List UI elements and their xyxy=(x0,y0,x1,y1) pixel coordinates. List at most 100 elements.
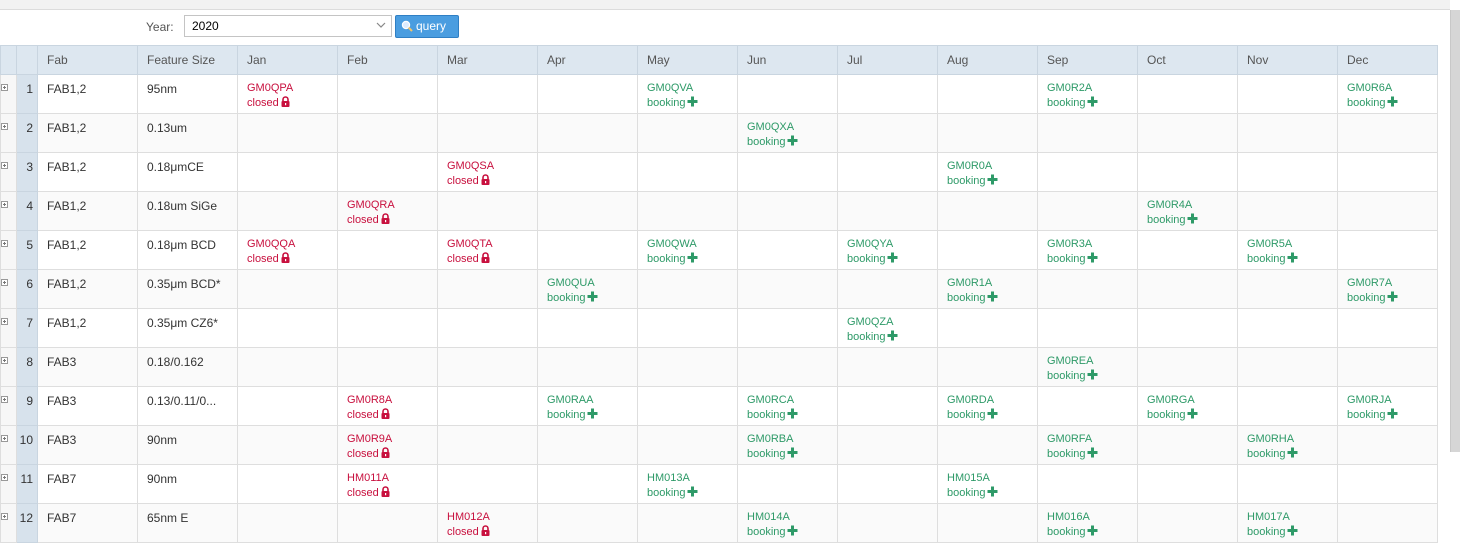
column-header[interactable]: Sep xyxy=(1037,45,1138,75)
lot-code[interactable]: GM0RCA xyxy=(747,393,837,408)
schedule-entry-booking[interactable]: GM0R4A booking xyxy=(1147,198,1237,228)
row-expand-cell[interactable] xyxy=(0,230,17,270)
month-cell[interactable]: GM0R5A booking xyxy=(1237,230,1338,270)
month-cell[interactable]: GM0R3A booking xyxy=(1037,230,1138,270)
entry-status[interactable]: booking xyxy=(647,252,737,267)
schedule-entry-closed[interactable]: GM0QRA closed xyxy=(347,198,437,228)
table-row[interactable]: 12 FAB7 65nm E HM012A closed HM014A booking HM0… xyxy=(0,503,1438,543)
table-row[interactable]: 2 FAB1,2 0.13um GM0QXA booking xyxy=(0,113,1438,153)
table-row[interactable]: 5 FAB1,2 0.18μm BCD GM0QQA closed GM0QTA close… xyxy=(0,230,1438,270)
schedule-entry-closed[interactable]: HM011A closed xyxy=(347,471,437,501)
month-cell[interactable]: GM0QWA booking xyxy=(637,230,738,270)
entry-status[interactable]: booking xyxy=(1047,252,1137,267)
lot-code[interactable]: GM0QXA xyxy=(747,120,837,135)
entry-status[interactable]: booking xyxy=(547,291,637,306)
expand-icon[interactable] xyxy=(1,240,8,247)
entry-status[interactable]: booking xyxy=(1147,213,1237,228)
row-expand-cell[interactable] xyxy=(0,425,17,465)
lot-code[interactable]: GM0RGA xyxy=(1147,393,1237,408)
month-cell[interactable]: GM0RFA booking xyxy=(1037,425,1138,465)
month-cell[interactable]: GM0QQA closed xyxy=(237,230,338,270)
entry-status[interactable]: booking xyxy=(847,330,937,345)
month-cell[interactable]: GM0R4A booking xyxy=(1137,191,1238,231)
lot-code[interactable]: GM0RDA xyxy=(947,393,1037,408)
schedule-entry-closed[interactable]: HM012A closed xyxy=(447,510,537,540)
query-button[interactable]: query xyxy=(395,15,459,38)
lot-code[interactable]: GM0QWA xyxy=(647,237,737,252)
lot-code[interactable]: GM0RAA xyxy=(547,393,637,408)
entry-status[interactable]: booking xyxy=(1347,408,1437,423)
table-row[interactable]: 3 FAB1,2 0.18μmCE GM0QSA closed GM0R0A booking xyxy=(0,152,1438,192)
lot-code[interactable]: GM0R8A xyxy=(347,393,437,408)
entry-status[interactable]: booking xyxy=(847,252,937,267)
entry-status[interactable]: booking xyxy=(747,408,837,423)
entry-status[interactable]: closed xyxy=(347,213,437,228)
schedule-entry-booking[interactable]: GM0RCA booking xyxy=(747,393,837,423)
entry-status[interactable]: booking xyxy=(1247,525,1337,540)
column-header[interactable]: Feature Size xyxy=(137,45,238,75)
lot-code[interactable]: HM015A xyxy=(947,471,1037,486)
schedule-entry-booking[interactable]: GM0R3A booking xyxy=(1047,237,1137,267)
lot-code[interactable]: HM014A xyxy=(747,510,837,525)
entry-status[interactable]: booking xyxy=(1347,96,1437,111)
lot-code[interactable]: GM0R5A xyxy=(1247,237,1337,252)
entry-status[interactable]: booking xyxy=(1247,252,1337,267)
expand-icon[interactable] xyxy=(1,201,8,208)
lot-code[interactable]: HM011A xyxy=(347,471,437,486)
entry-status[interactable]: booking xyxy=(1047,525,1137,540)
schedule-entry-booking[interactable]: GM0QXA booking xyxy=(747,120,837,150)
month-cell[interactable]: HM013A booking xyxy=(637,464,738,504)
schedule-entry-closed[interactable]: GM0QSA closed xyxy=(447,159,537,189)
lot-code[interactable]: GM0QVA xyxy=(647,81,737,96)
expand-icon[interactable] xyxy=(1,318,8,325)
expand-icon[interactable] xyxy=(1,396,8,403)
schedule-entry-booking[interactable]: GM0R0A booking xyxy=(947,159,1037,189)
expand-icon[interactable] xyxy=(1,162,8,169)
month-cell[interactable]: HM017A booking xyxy=(1237,503,1338,543)
month-cell[interactable]: GM0RBA booking xyxy=(737,425,838,465)
lot-code[interactable]: GM0QPA xyxy=(247,81,337,96)
lot-code[interactable]: GM0R0A xyxy=(947,159,1037,174)
month-cell[interactable]: GM0RAA booking xyxy=(537,386,638,426)
schedule-entry-closed[interactable]: GM0QPA closed xyxy=(247,81,337,111)
expand-icon[interactable] xyxy=(1,123,8,130)
schedule-entry-booking[interactable]: GM0R2A booking xyxy=(1047,81,1137,111)
month-cell[interactable]: GM0RGA booking xyxy=(1137,386,1238,426)
month-cell[interactable]: HM016A booking xyxy=(1037,503,1138,543)
schedule-entry-booking[interactable]: GM0R5A booking xyxy=(1247,237,1337,267)
lot-code[interactable]: GM0QRA xyxy=(347,198,437,213)
entry-status[interactable]: booking xyxy=(647,486,737,501)
schedule-entry-booking[interactable]: GM0RJA booking xyxy=(1347,393,1437,423)
month-cell[interactable]: GM0QYA booking xyxy=(837,230,938,270)
entry-status[interactable]: closed xyxy=(347,486,437,501)
month-cell[interactable]: GM0R8A closed xyxy=(337,386,438,426)
table-row[interactable]: 10 FAB3 90nm GM0R9A closed GM0RBA booking GM0RF… xyxy=(0,425,1438,465)
lot-code[interactable]: GM0R3A xyxy=(1047,237,1137,252)
lot-code[interactable]: GM0R9A xyxy=(347,432,437,447)
month-cell[interactable]: GM0R1A booking xyxy=(937,269,1038,309)
schedule-entry-booking[interactable]: GM0QVA booking xyxy=(647,81,737,111)
lot-code[interactable]: HM013A xyxy=(647,471,737,486)
table-row[interactable]: 7 FAB1,2 0.35μm CZ6* GM0QZA booking xyxy=(0,308,1438,348)
row-expand-cell[interactable] xyxy=(0,464,17,504)
lot-code[interactable]: GM0QTA xyxy=(447,237,537,252)
row-expand-cell[interactable] xyxy=(0,347,17,387)
lot-code[interactable]: GM0QSA xyxy=(447,159,537,174)
schedule-entry-booking[interactable]: GM0R1A booking xyxy=(947,276,1037,306)
month-cell[interactable]: GM0QZA booking xyxy=(837,308,938,348)
column-header[interactable]: Jul xyxy=(837,45,938,75)
schedule-entry-closed[interactable]: GM0R8A closed xyxy=(347,393,437,423)
entry-status[interactable]: booking xyxy=(1047,369,1137,384)
lot-code[interactable]: GM0R6A xyxy=(1347,81,1437,96)
row-expand-cell[interactable] xyxy=(0,152,17,192)
lot-code[interactable]: GM0QZA xyxy=(847,315,937,330)
lot-code[interactable]: GM0R2A xyxy=(1047,81,1137,96)
entry-status[interactable]: booking xyxy=(747,135,837,150)
entry-status[interactable]: booking xyxy=(547,408,637,423)
schedule-entry-closed[interactable]: GM0QTA closed xyxy=(447,237,537,267)
expand-icon[interactable] xyxy=(1,357,8,364)
entry-status[interactable]: booking xyxy=(1147,408,1237,423)
row-expand-cell[interactable] xyxy=(0,503,17,543)
entry-status[interactable]: closed xyxy=(347,408,437,423)
schedule-entry-booking[interactable]: GM0RAA booking xyxy=(547,393,637,423)
